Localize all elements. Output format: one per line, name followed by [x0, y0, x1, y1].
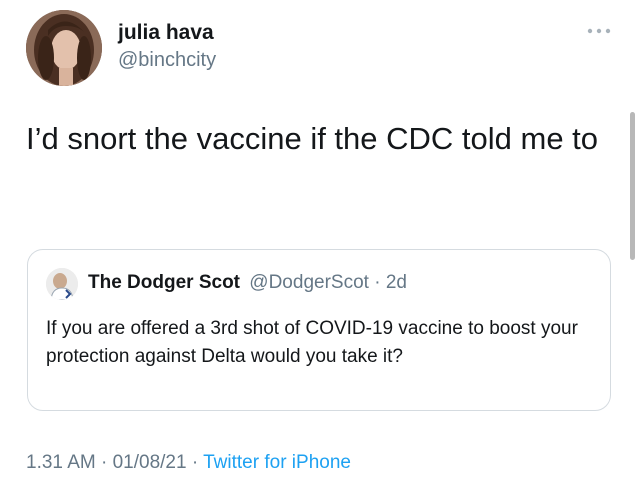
- tweet-meta: 1.31 AM · 01/08/21 · Twitter for iPhone: [26, 452, 351, 475]
- quoted-tweet-time[interactable]: 2d: [386, 272, 407, 293]
- more-options-button[interactable]: [585, 24, 613, 36]
- quoted-tweet-header: The Dodger Scot @DodgerScot · 2d: [88, 272, 407, 295]
- author-display-name[interactable]: julia hava: [118, 20, 214, 45]
- meta-separator: ·: [186, 452, 204, 473]
- author-handle[interactable]: @binchcity: [118, 48, 216, 72]
- tweet-source-link[interactable]: Twitter for iPhone: [203, 452, 351, 473]
- author-avatar[interactable]: [26, 10, 102, 86]
- quoted-tweet-card[interactable]: The Dodger Scot @DodgerScot · 2d If you …: [27, 249, 611, 411]
- quoted-author-avatar[interactable]: [46, 268, 78, 300]
- quoted-separator: ·: [368, 272, 386, 293]
- more-options-icon: [587, 28, 611, 34]
- quoted-author-handle[interactable]: @DodgerScot: [249, 272, 369, 293]
- meta-separator: ·: [95, 452, 113, 473]
- tweet-time[interactable]: 1.31 AM: [26, 452, 96, 473]
- tweet-text: I’d snort the vaccine if the CDC told me…: [26, 121, 599, 156]
- tweet-date[interactable]: 01/08/21: [113, 452, 187, 473]
- profile-photo-icon: [46, 268, 78, 300]
- quoted-author-name[interactable]: The Dodger Scot: [88, 272, 240, 293]
- profile-photo-icon: [26, 10, 102, 86]
- scrollbar[interactable]: [630, 112, 635, 260]
- quoted-tweet-text: If you are offered a 3rd shot of COVID-1…: [46, 318, 578, 367]
